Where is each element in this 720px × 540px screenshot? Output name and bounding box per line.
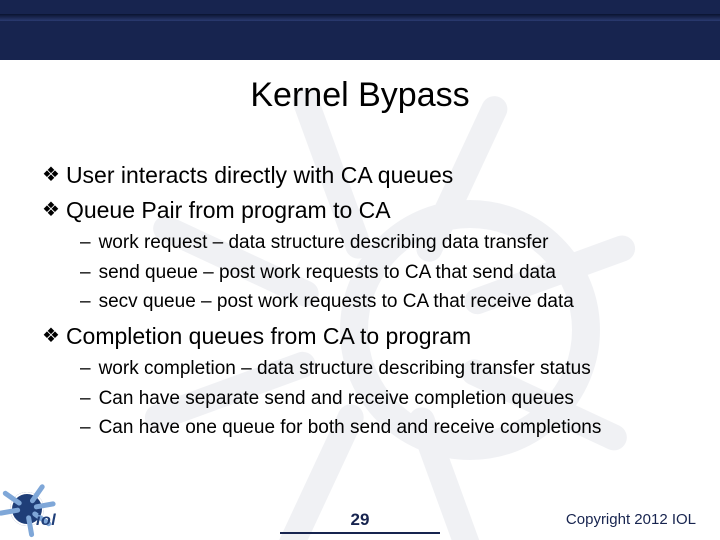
- sub-bullet-text: secv queue – post work requests to CA th…: [99, 289, 574, 315]
- sub-bullet-text: work request – data structure describing…: [99, 230, 549, 256]
- sub-bullet-item: – secv queue – post work requests to CA …: [80, 289, 690, 315]
- sub-bullet-text: Can have separate send and receive compl…: [99, 386, 574, 412]
- page-number-underline: [280, 532, 440, 534]
- slide-body: ❖ User interacts directly with CA queues…: [42, 160, 690, 447]
- bullet-item: ❖ Completion queues from CA to program: [42, 321, 690, 352]
- sub-bullet-item: – work completion – data structure descr…: [80, 356, 690, 382]
- sub-bullet-item: – work request – data structure describi…: [80, 230, 690, 256]
- bullet-text: Completion queues from CA to program: [66, 321, 471, 352]
- dash-bullet-icon: –: [80, 260, 91, 286]
- diamond-bullet-icon: ❖: [42, 160, 60, 190]
- dash-bullet-icon: –: [80, 289, 91, 315]
- sub-bullet-group: – work completion – data structure descr…: [80, 356, 690, 441]
- sub-bullet-item: – Can have one queue for both send and r…: [80, 415, 690, 441]
- sub-bullet-item: – Can have separate send and receive com…: [80, 386, 690, 412]
- slide: Kernel Bypass ❖ User interacts directly …: [0, 0, 720, 540]
- sub-bullet-text: Can have one queue for both send and rec…: [99, 415, 602, 441]
- header-bar: [0, 0, 720, 60]
- dash-bullet-icon: –: [80, 415, 91, 441]
- dash-bullet-icon: –: [80, 356, 91, 382]
- bullet-item: ❖ User interacts directly with CA queues: [42, 160, 690, 191]
- dash-bullet-icon: –: [80, 230, 91, 256]
- dash-bullet-icon: –: [80, 386, 91, 412]
- copyright-text: Copyright 2012 IOL: [566, 511, 696, 528]
- slide-footer: iol 29 Copyright 2012 IOL: [0, 492, 720, 540]
- sub-bullet-group: – work request – data structure describi…: [80, 230, 690, 315]
- bullet-text: User interacts directly with CA queues: [66, 160, 453, 191]
- sub-bullet-text: send queue – post work requests to CA th…: [99, 260, 556, 286]
- diamond-bullet-icon: ❖: [42, 321, 60, 351]
- sub-bullet-text: work completion – data structure describ…: [99, 356, 591, 382]
- sub-bullet-item: – send queue – post work requests to CA …: [80, 260, 690, 286]
- slide-title: Kernel Bypass: [0, 76, 720, 115]
- bullet-item: ❖ Queue Pair from program to CA: [42, 195, 690, 226]
- bullet-text: Queue Pair from program to CA: [66, 195, 391, 226]
- diamond-bullet-icon: ❖: [42, 195, 60, 225]
